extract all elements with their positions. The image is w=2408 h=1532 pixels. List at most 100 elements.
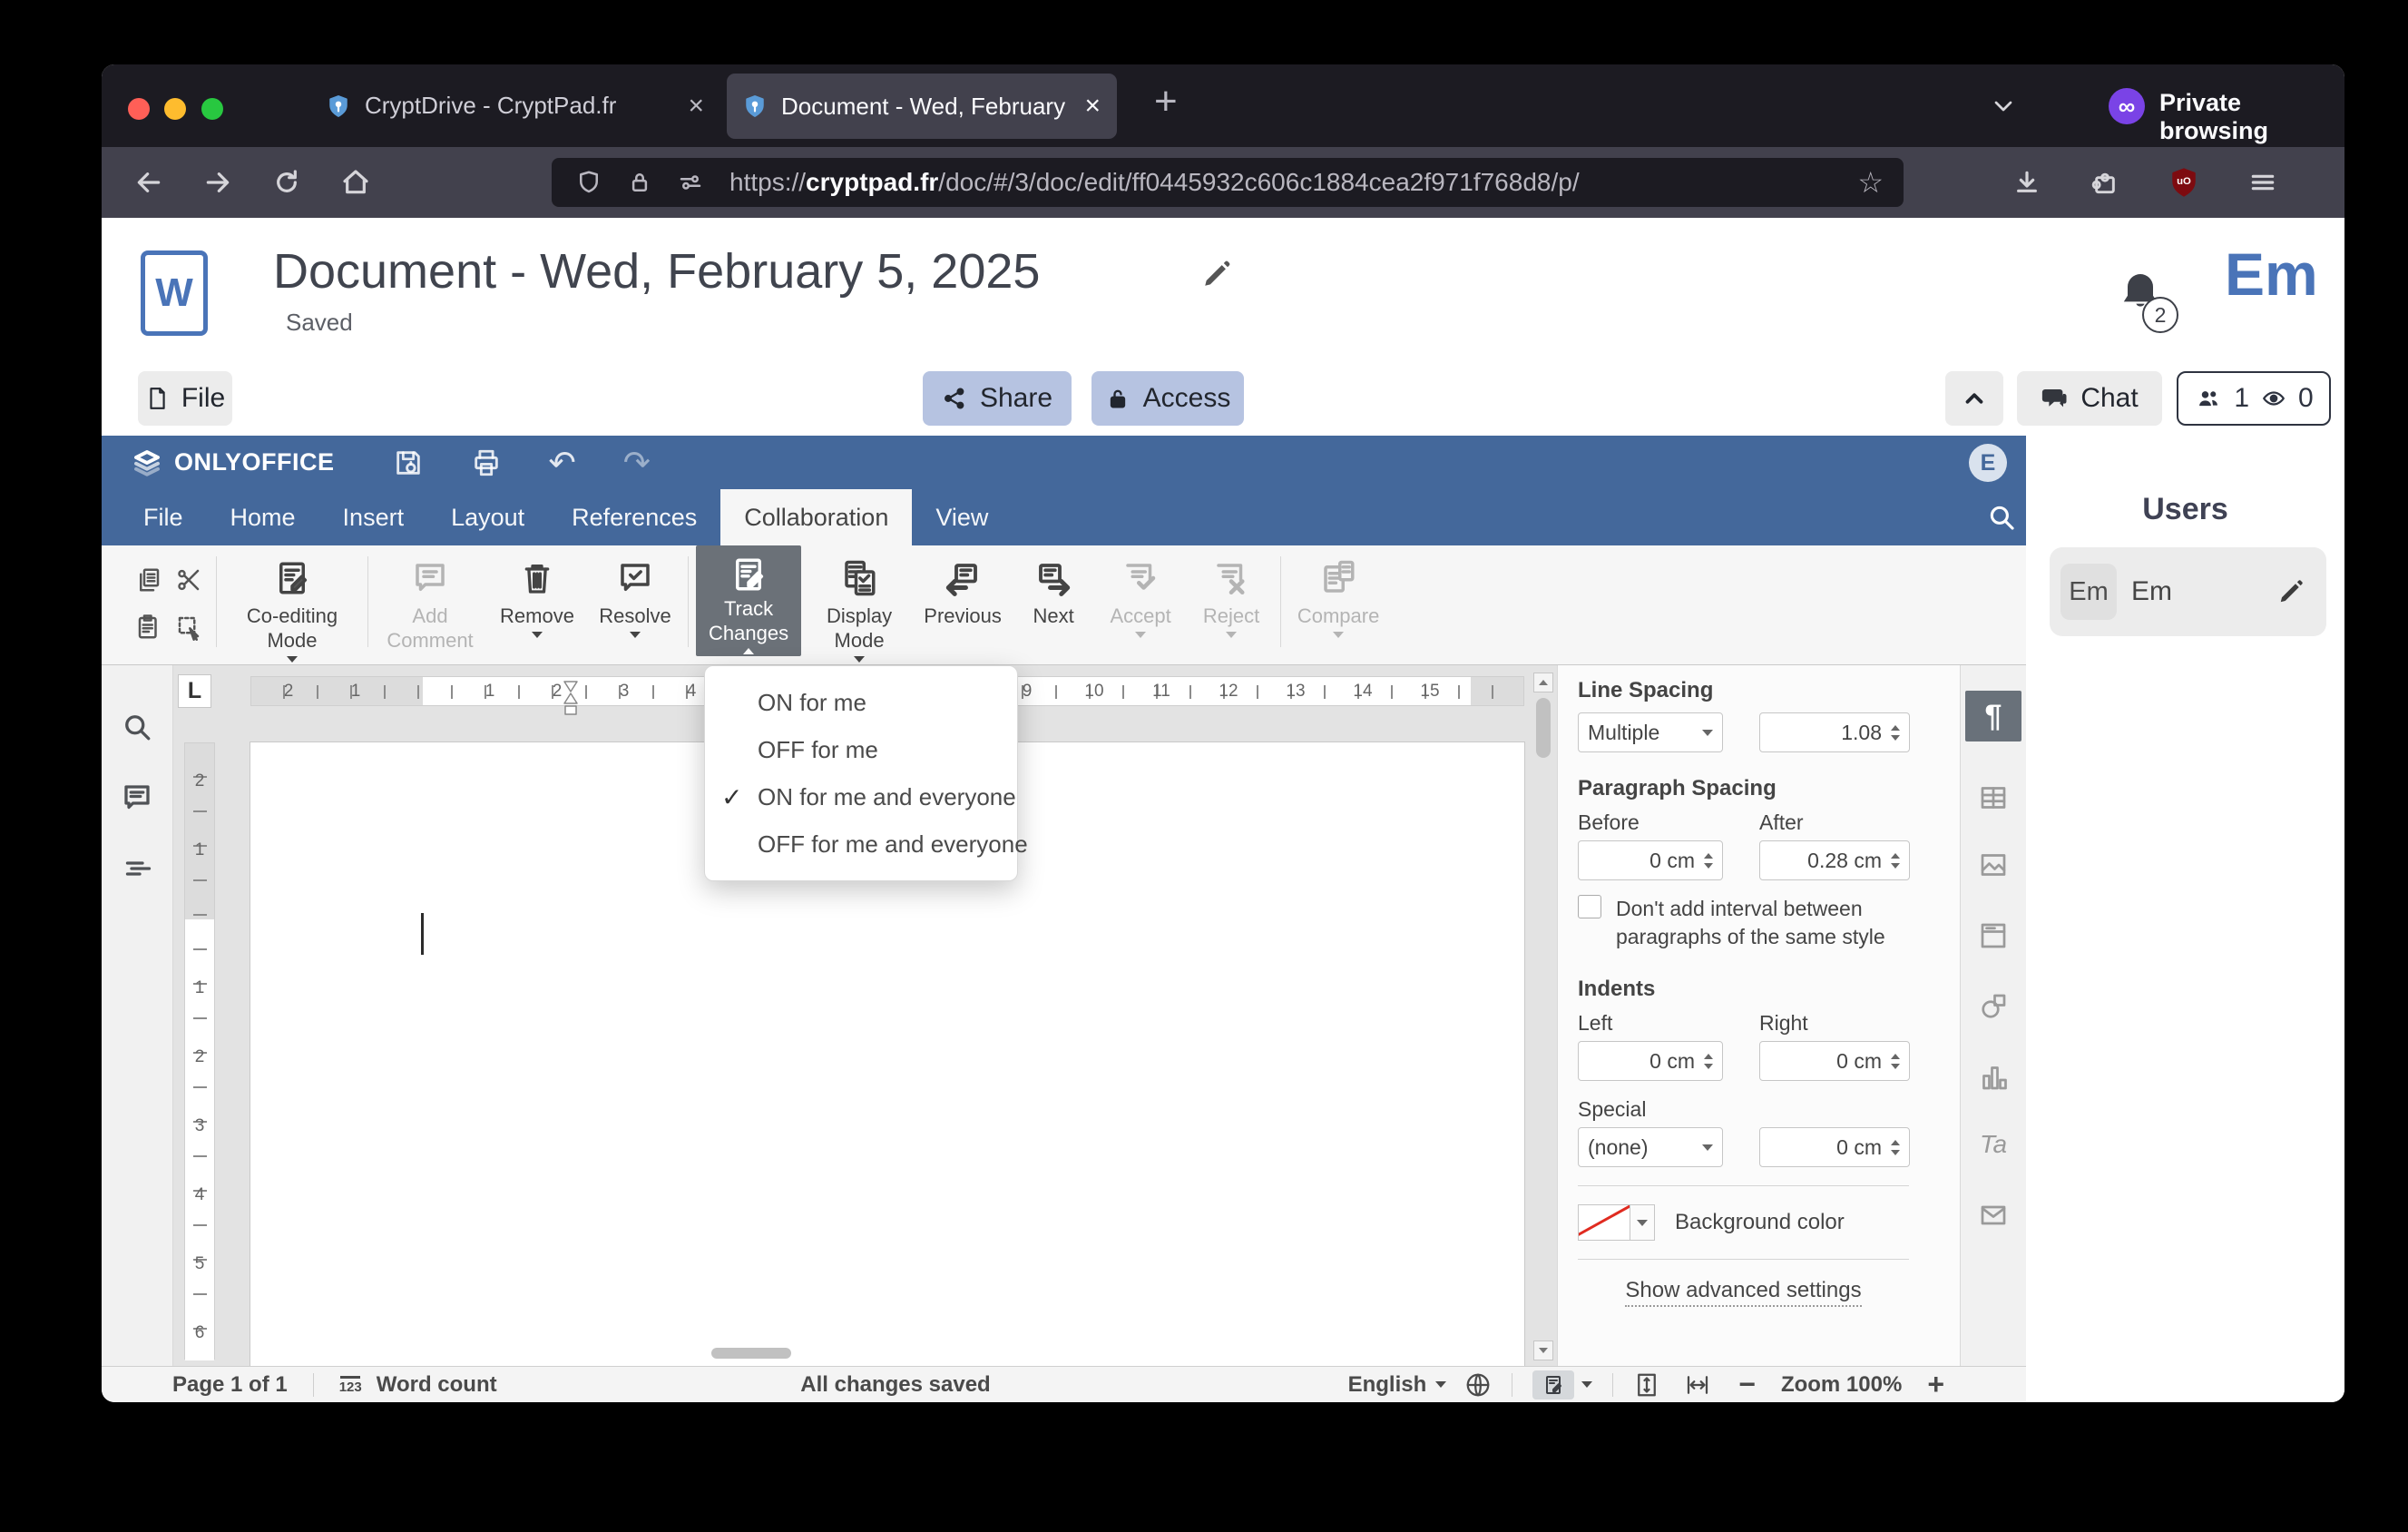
back-icon[interactable] bbox=[134, 168, 163, 197]
tracking-protection-shield-icon[interactable] bbox=[575, 169, 602, 196]
tab-stop-selector[interactable]: L bbox=[178, 674, 211, 708]
edit-user-pencil-icon[interactable] bbox=[2277, 578, 2305, 605]
table-settings-tab[interactable] bbox=[1965, 772, 2021, 823]
menu-references[interactable]: References bbox=[548, 489, 720, 545]
search-icon[interactable] bbox=[1986, 502, 2017, 533]
menu-item-off-for-everyone[interactable]: OFF for me and everyone bbox=[705, 820, 1028, 868]
tab-close-icon[interactable]: × bbox=[688, 91, 704, 122]
paragraph-settings-tab[interactable]: ¶ bbox=[1965, 691, 2021, 741]
account-avatar[interactable]: Em bbox=[2225, 240, 2318, 309]
forward-icon[interactable] bbox=[203, 168, 232, 197]
zoom-out-button[interactable]: − bbox=[1738, 1368, 1756, 1401]
comments-panel-icon[interactable] bbox=[121, 781, 153, 814]
new-tab-button[interactable]: + bbox=[1154, 79, 1178, 124]
line-spacing-value-spinner[interactable]: 1.08 bbox=[1759, 712, 1910, 752]
minimize-window-button[interactable] bbox=[164, 98, 186, 120]
image-settings-tab[interactable] bbox=[1965, 840, 2021, 890]
menu-file[interactable]: File bbox=[120, 489, 207, 545]
extensions-puzzle-icon[interactable] bbox=[2090, 168, 2119, 197]
spellcheck-globe-icon[interactable] bbox=[1464, 1371, 1492, 1399]
spacing-after-spinner[interactable]: 0.28 cm bbox=[1759, 840, 1910, 880]
menu-view[interactable]: View bbox=[912, 489, 1012, 545]
co-editing-mode-button[interactable]: Co-editing Mode bbox=[224, 545, 360, 665]
indent-right-spinner[interactable]: 0 cm bbox=[1759, 1041, 1910, 1081]
hamburger-menu-icon[interactable] bbox=[2248, 168, 2277, 197]
next-change-button[interactable]: Next bbox=[1015, 545, 1091, 641]
track-changes-button[interactable]: Track Changes bbox=[696, 545, 802, 656]
print-icon[interactable] bbox=[471, 447, 502, 478]
permissions-icon[interactable] bbox=[677, 169, 704, 196]
fit-width-icon[interactable] bbox=[1684, 1371, 1711, 1399]
zoom-in-button[interactable]: + bbox=[1927, 1368, 1944, 1401]
save-icon[interactable] bbox=[393, 447, 424, 478]
scroll-up-button[interactable] bbox=[1533, 673, 1553, 692]
share-button[interactable]: Share bbox=[923, 371, 1072, 426]
add-comment-button[interactable]: Add Comment bbox=[376, 545, 485, 665]
word-count-button[interactable]: Word count bbox=[377, 1372, 497, 1398]
copy-icon[interactable] bbox=[129, 556, 169, 604]
zoom-window-button[interactable] bbox=[201, 98, 223, 120]
accept-change-button[interactable]: Accept bbox=[1099, 545, 1182, 641]
menu-item-off-for-me[interactable]: OFF for me bbox=[705, 726, 1017, 773]
menu-item-on-for-me[interactable]: ON for me bbox=[705, 679, 1017, 726]
home-icon[interactable] bbox=[341, 168, 370, 197]
page-indicator[interactable]: Page 1 of 1 bbox=[172, 1372, 288, 1398]
menu-collaboration[interactable]: Collaboration bbox=[720, 489, 913, 545]
reject-change-button[interactable]: Reject bbox=[1189, 545, 1273, 641]
spacing-before-spinner[interactable]: 0 cm bbox=[1578, 840, 1723, 880]
header-footer-settings-tab[interactable] bbox=[1965, 910, 2021, 961]
lock-icon[interactable] bbox=[626, 169, 653, 196]
resolve-comment-button[interactable]: Resolve bbox=[590, 545, 680, 641]
menu-item-on-for-everyone[interactable]: ✓ ON for me and everyone bbox=[705, 773, 1017, 820]
file-menu-button[interactable]: File bbox=[138, 371, 232, 426]
special-value-spinner[interactable]: 0 cm bbox=[1759, 1127, 1910, 1167]
remove-comment-button[interactable]: Remove bbox=[492, 545, 582, 641]
navigation-outline-icon[interactable] bbox=[121, 852, 153, 885]
compare-button[interactable]: Compare bbox=[1288, 545, 1388, 641]
paste-icon[interactable] bbox=[129, 604, 169, 651]
chart-settings-tab[interactable] bbox=[1965, 1052, 2021, 1103]
vertical-scroll-thumb[interactable] bbox=[1536, 698, 1551, 758]
select-all-icon[interactable] bbox=[169, 604, 209, 651]
track-changes-status-icon[interactable] bbox=[1532, 1370, 1575, 1399]
special-select[interactable]: (none) bbox=[1578, 1127, 1723, 1167]
document-title[interactable]: Document - Wed, February 5, 2025 bbox=[273, 243, 1040, 300]
notifications-bell-icon[interactable]: 2 bbox=[2115, 268, 2178, 333]
access-button[interactable]: Access bbox=[1091, 371, 1244, 426]
downloads-icon[interactable] bbox=[2012, 168, 2041, 197]
background-color-dropdown[interactable] bbox=[1630, 1204, 1655, 1241]
shape-settings-tab[interactable] bbox=[1965, 981, 2021, 1032]
close-window-button[interactable] bbox=[128, 98, 150, 120]
fit-page-icon[interactable] bbox=[1633, 1371, 1660, 1399]
undo-icon[interactable]: ↶ bbox=[549, 444, 576, 482]
tab-cryptdrive[interactable]: CryptDrive - CryptPad.fr × bbox=[327, 64, 704, 147]
text-art-settings-tab[interactable]: Ta bbox=[1965, 1119, 2021, 1170]
indent-marker[interactable] bbox=[563, 681, 579, 724]
chat-button[interactable]: Chat bbox=[2017, 371, 2162, 426]
ublock-origin-icon[interactable]: uO bbox=[2168, 167, 2199, 198]
mail-merge-settings-tab[interactable] bbox=[1965, 1190, 2021, 1241]
url-text[interactable]: https://cryptpad.fr/doc/#/3/doc/edit/ff0… bbox=[729, 168, 1837, 197]
cut-icon[interactable] bbox=[169, 556, 209, 604]
collapse-toolbar-button[interactable] bbox=[1945, 371, 2003, 426]
interval-checkbox[interactable] bbox=[1578, 895, 1601, 918]
background-color-swatch[interactable] bbox=[1578, 1204, 1630, 1241]
url-bar[interactable]: https://cryptpad.fr/doc/#/3/doc/edit/ff0… bbox=[552, 158, 1904, 207]
horizontal-scroll-thumb[interactable] bbox=[711, 1348, 791, 1359]
language-selector[interactable]: English bbox=[1348, 1372, 1427, 1398]
indent-left-spinner[interactable]: 0 cm bbox=[1578, 1041, 1723, 1081]
scroll-down-button[interactable] bbox=[1533, 1340, 1553, 1360]
vertical-ruler[interactable]: 2 1 1 2 3 4 5 6 bbox=[184, 742, 215, 1360]
line-spacing-select[interactable]: Multiple bbox=[1578, 712, 1723, 752]
menu-home[interactable]: Home bbox=[207, 489, 319, 545]
find-search-icon[interactable] bbox=[121, 711, 153, 743]
previous-change-button[interactable]: Previous bbox=[917, 545, 1008, 641]
tab-document-active[interactable]: Document - Wed, February 5, 20 × bbox=[727, 74, 1117, 139]
vertical-scrollbar[interactable] bbox=[1533, 673, 1553, 1360]
presence-counter[interactable]: 1 0 bbox=[2177, 371, 2331, 426]
display-mode-button[interactable]: Display Mode bbox=[808, 545, 910, 665]
bookmark-star-icon[interactable]: ☆ bbox=[1857, 165, 1884, 200]
redo-icon[interactable]: ↷ bbox=[623, 444, 651, 482]
menu-insert[interactable]: Insert bbox=[319, 489, 428, 545]
edit-title-pencil-icon[interactable] bbox=[1201, 259, 1232, 290]
